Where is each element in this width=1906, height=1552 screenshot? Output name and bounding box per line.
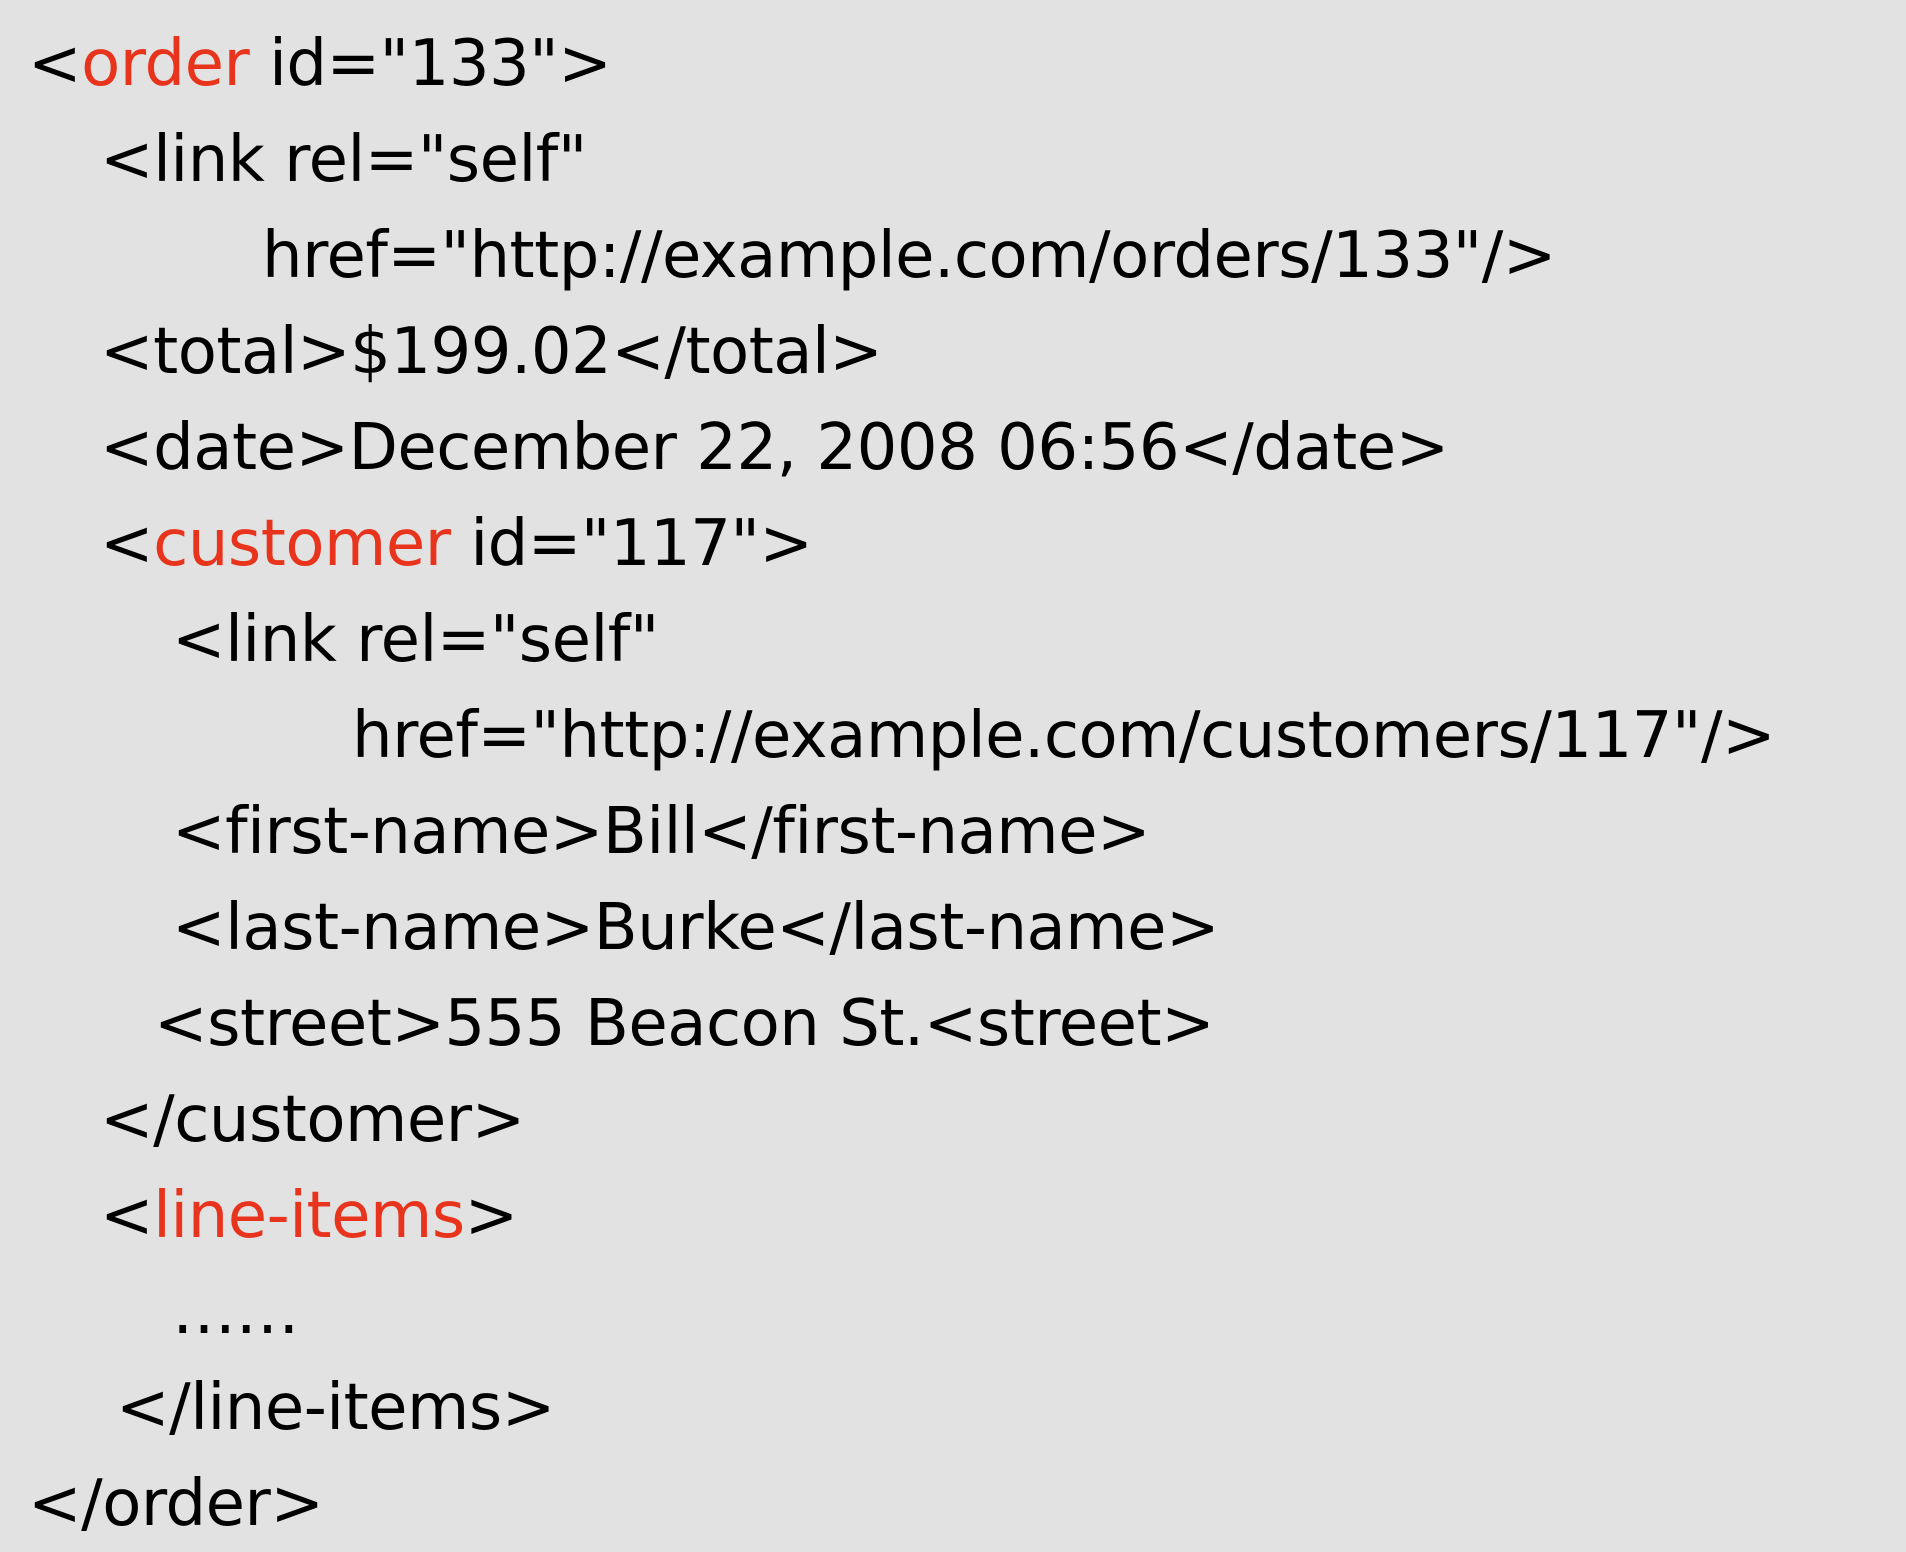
- code-text: <link rel="self": [172, 603, 659, 677]
- code-line-link-href: href="http://example.com/orders/133"/>: [262, 208, 1556, 304]
- code-text: <: [100, 1179, 154, 1253]
- code-line-ellipsis: ……: [172, 1264, 300, 1360]
- code-line-order-open: <order id="133">: [28, 16, 612, 112]
- code-line-street: <street>555 Beacon St.<street>: [154, 976, 1215, 1072]
- code-line-line-items-close: </line-items>: [116, 1360, 555, 1456]
- code-text: href="http://example.com/orders/133"/>: [262, 219, 1556, 293]
- keyword-customer: customer: [153, 507, 451, 581]
- code-line-order-close: </order>: [28, 1456, 324, 1552]
- code-text: <: [28, 27, 82, 101]
- code-text: <link rel="self": [100, 123, 587, 197]
- code-line-first-name: <first-name>Bill</first-name>: [172, 784, 1151, 880]
- code-text: >: [464, 1179, 519, 1253]
- code-text: id="117">: [450, 507, 813, 581]
- code-line-customer-open: <customer id="117">: [100, 496, 813, 592]
- code-text: <first-name>Bill</first-name>: [172, 795, 1151, 869]
- xml-code-listing: <order id="133"> <link rel="self" href="…: [0, 0, 1906, 1541]
- code-text: <street>555 Beacon St.<street>: [154, 987, 1215, 1061]
- code-line-customer-close: </customer>: [100, 1072, 525, 1168]
- code-line-link-rel: <link rel="self": [100, 112, 587, 208]
- code-text: <last-name>Burke</last-name>: [172, 891, 1220, 965]
- code-text: <: [100, 507, 154, 581]
- code-line-customer-link-href: href="http://example.com/customers/117"/…: [352, 688, 1776, 784]
- code-text: href="http://example.com/customers/117"/…: [352, 699, 1776, 773]
- code-line-last-name: <last-name>Burke</last-name>: [172, 880, 1220, 976]
- code-text: </line-items>: [116, 1371, 555, 1445]
- code-text: </order>: [28, 1467, 324, 1541]
- code-line-total: <total>$199.02</total>: [100, 304, 883, 400]
- code-text: </customer>: [100, 1083, 525, 1157]
- code-text: id="133">: [249, 27, 612, 101]
- code-text: <date>December 22, 2008 06:56</date>: [100, 411, 1449, 485]
- code-line-line-items-open: <line-items>: [100, 1168, 518, 1264]
- keyword-line-items: line-items: [153, 1179, 465, 1253]
- code-text: ……: [172, 1275, 300, 1349]
- keyword-order: order: [81, 27, 250, 101]
- code-line-customer-link-rel: <link rel="self": [172, 592, 659, 688]
- code-line-date: <date>December 22, 2008 06:56</date>: [100, 400, 1449, 496]
- code-text: <total>$199.02</total>: [100, 315, 883, 389]
